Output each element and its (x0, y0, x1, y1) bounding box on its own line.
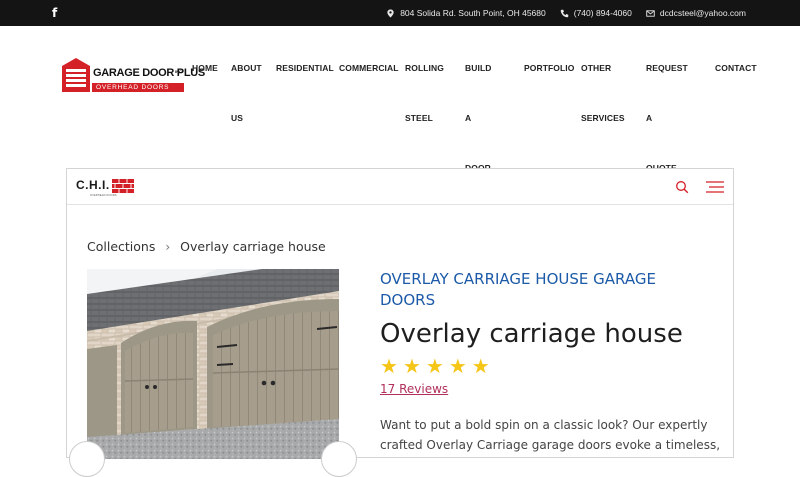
phone-icon (560, 9, 569, 17)
hamburger-menu-icon[interactable] (705, 180, 725, 194)
nav-label: COMMERCIAL (339, 63, 399, 73)
chi-brick-graphic (112, 179, 134, 193)
nav-residential[interactable]: RESIDENTIAL (276, 43, 334, 93)
breadcrumb-current: Overlay carriage house (180, 239, 326, 254)
email-text[interactable]: dcdcsteel@yahoo.com (660, 8, 746, 18)
nav-label-line2: STEEL (405, 113, 433, 123)
nav-label: CONTACT (715, 63, 757, 73)
nav-home[interactable]: HOME (192, 43, 218, 93)
contact-info: 804 Solida Rd. South Point, OH 45680 (74… (386, 0, 746, 26)
phone-item[interactable]: (740) 894-4060 (560, 8, 632, 18)
product-image[interactable] (87, 269, 339, 459)
star-rating: ★ ★ ★ ★ ★ (380, 357, 490, 377)
nav-rolling-steel[interactable]: ROLLING STEEL (405, 43, 444, 143)
chevron-right-icon: › (165, 239, 171, 254)
address-item: 804 Solida Rd. South Point, OH 45680 (386, 8, 546, 18)
phone-text[interactable]: (740) 894-4060 (574, 8, 632, 18)
star-icon: ★ (448, 356, 467, 378)
embed-header: C.H.I. OVERHEAD DOORS (67, 169, 733, 205)
star-icon: ★ (402, 356, 421, 378)
nav-label: BUILD A (465, 63, 492, 123)
product-description: Want to put a bold spin on a classic loo… (380, 418, 721, 452)
logo-suffix: INC (175, 69, 182, 74)
nav-portfolio[interactable]: PORTFOLIO (524, 43, 574, 93)
logo-tagline: OVERHEAD DOORS (96, 84, 170, 91)
star-icon: ★ (425, 356, 444, 378)
nav-other-services[interactable]: OTHER SERVICES (581, 43, 625, 143)
nav-label: PORTFOLIO (524, 63, 575, 73)
location-pin-icon (387, 8, 394, 18)
nav-commercial[interactable]: COMMERCIAL (339, 43, 399, 93)
chi-logo[interactable]: C.H.I. OVERHEAD DOORS (76, 177, 134, 199)
facebook-icon[interactable]: f (52, 6, 57, 20)
reviews-link[interactable]: 17 Reviews (380, 382, 448, 396)
chi-brand-text: C.H.I. (76, 178, 110, 192)
chi-embed-frame: C.H.I. OVERHEAD DOORS Collections › Over… (66, 168, 734, 477)
nav-label: RESIDENTIAL (276, 63, 334, 73)
nav-label: HOME (192, 63, 218, 73)
carousel-prev-button[interactable] (69, 441, 105, 477)
site-logo[interactable]: GARAGE DOOR PLUS INC OVERHEAD DOORS (60, 56, 205, 96)
logo-name: GARAGE DOOR PLUS (93, 67, 205, 79)
nav-label-line2: SERVICES (581, 113, 625, 123)
nav-label: ABOUT (231, 63, 262, 73)
nav-about-us[interactable]: ABOUT US (231, 43, 262, 143)
top-bar: f 804 Solida Rd. South Point, OH 45680 (… (0, 0, 800, 26)
nav-label: REQUEST A (646, 63, 688, 123)
address-text: 804 Solida Rd. South Point, OH 45680 (400, 8, 546, 18)
breadcrumb: Collections › Overlay carriage house (87, 239, 326, 254)
product-title: Overlay carriage house (380, 319, 683, 349)
nav-label: ROLLING (405, 63, 444, 73)
search-icon[interactable] (675, 180, 689, 194)
breadcrumb-collections[interactable]: Collections (87, 239, 155, 254)
star-icon: ★ (380, 356, 398, 378)
garage-photo-graphic (87, 269, 339, 459)
chi-brand-sub: OVERHEAD DOORS (90, 194, 117, 197)
carousel-next-button[interactable] (321, 441, 357, 477)
email-item[interactable]: dcdcsteel@yahoo.com (646, 8, 746, 18)
nav-label-line2: US (231, 113, 244, 123)
category-title: OVERLAY CARRIAGE HOUSE GARAGE DOORS (380, 270, 656, 309)
nav-contact[interactable]: CONTACT (715, 43, 757, 93)
nav-label: OTHER (581, 63, 612, 73)
star-icon: ★ (471, 356, 490, 378)
envelope-icon (646, 9, 655, 17)
